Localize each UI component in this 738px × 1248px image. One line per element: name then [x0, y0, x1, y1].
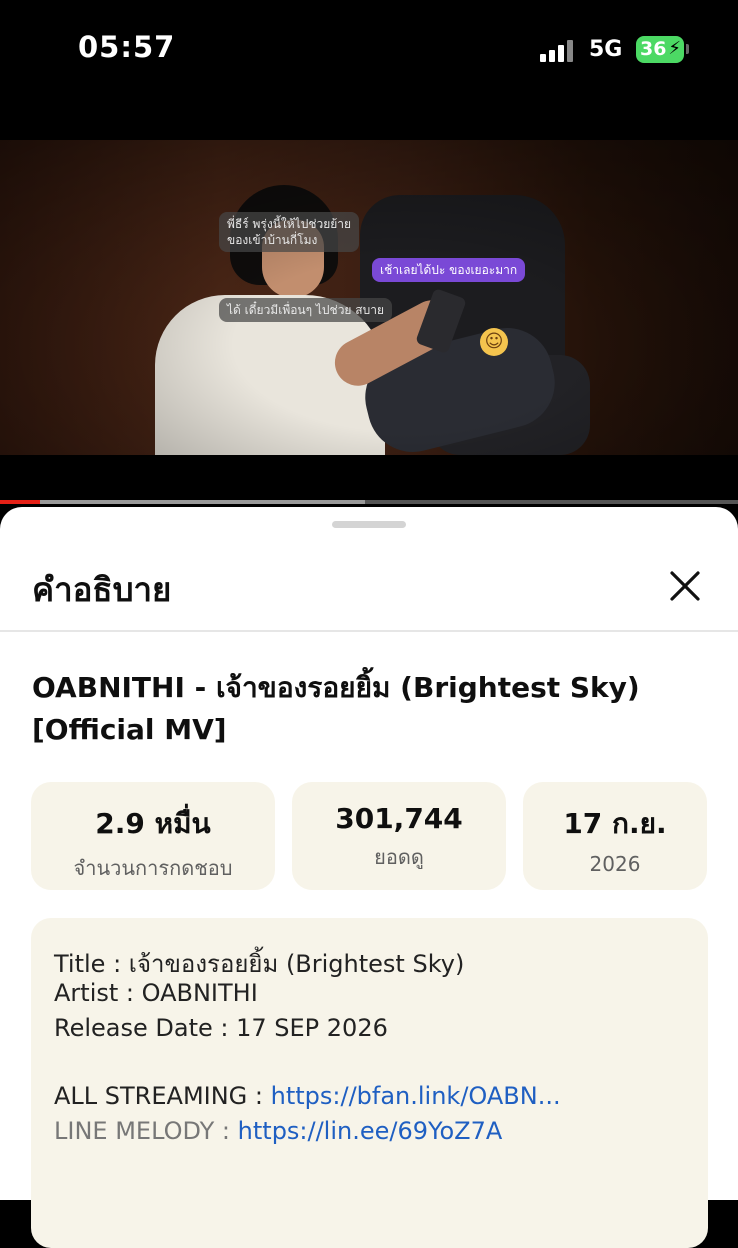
- views-stat: 301,744 ยอดดู: [292, 782, 506, 890]
- likes-value: 2.9 หมื่น: [95, 807, 211, 840]
- desc-streaming-line: ALL STREAMING : https://bfan.link/OABN..…: [54, 1082, 561, 1110]
- melody-link[interactable]: https://lin.ee/69YoZ7A: [238, 1117, 503, 1145]
- battery-icon: 36 ⚡: [636, 36, 684, 63]
- clock: 05:57: [78, 30, 176, 64]
- charging-icon: ⚡: [668, 38, 681, 59]
- views-value: 301,744: [335, 802, 463, 835]
- streaming-label: ALL STREAMING :: [54, 1082, 271, 1110]
- date-year: 2026: [589, 852, 641, 876]
- desc-artist-line: Artist : OABNITHI: [54, 979, 258, 1007]
- video-title: OABNITHI - เจ้าของรอยยิ้ม (Brightest Sky…: [32, 671, 640, 746]
- description-sheet: คำอธิบาย OABNITHI - เจ้าของรอยยิ้ม (Brig…: [0, 507, 738, 1248]
- close-button[interactable]: [660, 561, 710, 611]
- date-stat: 17 ก.ย. 2026: [523, 782, 707, 890]
- melody-label: LINE MELODY :: [54, 1117, 238, 1145]
- desc-title-line: Title : เจ้าของรอยยิ้ม (Brightest Sky): [54, 950, 465, 978]
- close-icon: [670, 571, 700, 601]
- description-box: Title : เจ้าของรอยยิ้ม (Brightest Sky) A…: [31, 918, 708, 1248]
- chat-bubble-2: เช้าเลยได้ปะ ของเยอะมาก: [372, 258, 526, 282]
- chat-bubble-3: ได้ เดี๋ยวมีเพื่อนๆ ไปช่วย สบาย: [219, 298, 392, 322]
- streaming-link[interactable]: https://bfan.link/OABN...: [271, 1082, 561, 1110]
- video-progress-bar[interactable]: [0, 500, 738, 504]
- progress-fill: [0, 500, 40, 504]
- video-player[interactable]: พี่ธีร์ พรุ่งนี้ให้ไปช่วยย้าย ของเข้าบ้า…: [0, 140, 738, 455]
- likes-stat: 2.9 หมื่น จำนวนการกดชอบ: [31, 782, 275, 890]
- desc-release-line: Release Date : 17 SEP 2026: [54, 1014, 388, 1042]
- drag-handle[interactable]: [332, 521, 406, 528]
- status-bar: 05:57 5G 36 ⚡: [0, 0, 738, 100]
- sheet-title: คำอธิบาย: [32, 570, 172, 609]
- likes-label: จำนวนการกดชอบ: [73, 856, 233, 880]
- signal-icon: [540, 38, 576, 62]
- battery-nub: [686, 44, 689, 54]
- battery-level: 36: [640, 38, 667, 60]
- date-value: 17 ก.ย.: [563, 807, 667, 840]
- smile-emoji-icon: ☺: [480, 328, 508, 356]
- views-label: ยอดดู: [374, 845, 424, 869]
- desc-melody-line: LINE MELODY : https://lin.ee/69YoZ7A: [54, 1117, 502, 1145]
- buffer-bar: [40, 500, 365, 504]
- chat-bubble-1: พี่ธีร์ พรุ่งนี้ให้ไปช่วยย้าย ของเข้าบ้า…: [219, 212, 360, 252]
- network-type: 5G: [589, 37, 623, 62]
- divider: [0, 630, 738, 632]
